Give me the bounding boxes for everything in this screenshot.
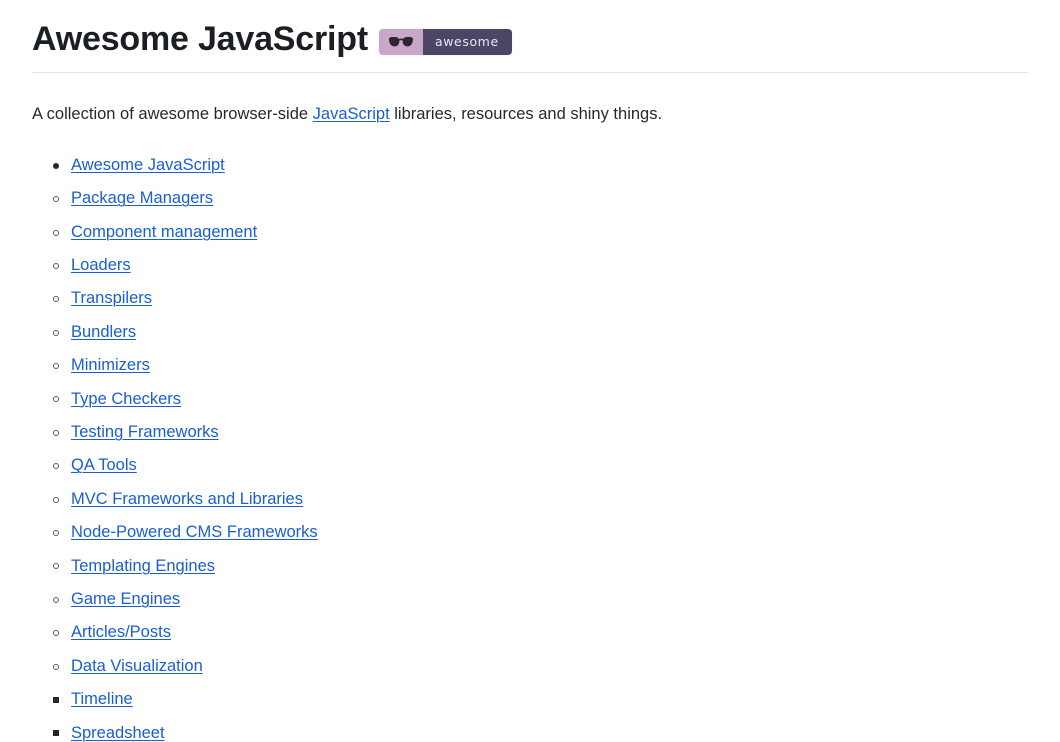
toc-item: MVC Frameworks and Libraries [32,483,1028,516]
badge-label-section: awesome [422,29,512,56]
toc-item: Timeline [32,683,1028,716]
circle-bullet-icon [53,329,59,336]
toc-item: Templating Engines [32,550,1028,583]
circle-bullet-icon [53,530,59,537]
toc-link[interactable]: Templating Engines [71,557,215,577]
intro-paragraph: A collection of awesome browser-side Jav… [32,102,1028,128]
toc-item: QA Tools [32,450,1028,483]
disc-bullet-icon [53,162,59,169]
circle-bullet-icon [53,496,59,503]
toc-item: Testing Frameworks [32,416,1028,449]
toc-item: Game Engines [32,583,1028,616]
toc-item: Component management [32,216,1028,249]
toc-link-root[interactable]: Awesome JavaScript [71,156,225,176]
circle-bullet-icon [53,563,59,570]
toc-root-item: Awesome JavaScript [32,149,1028,182]
toc-item: Spreadsheet [32,717,1028,742]
toc-link[interactable]: Package Managers [71,189,213,209]
intro-text-after: libraries, resources and shiny things. [389,104,663,123]
toc-link[interactable]: Spreadsheet [71,724,165,742]
title-row: Awesome JavaScript awesome [32,0,1028,61]
sunglasses-icon [388,36,414,48]
circle-bullet-icon [53,229,59,236]
readme-page: Awesome JavaScript awesome A collection … [0,0,1060,742]
table-of-contents: Awesome JavaScript [32,149,1028,182]
toc-link[interactable]: Component management [71,223,257,243]
toc-link[interactable]: Minimizers [71,356,150,376]
badge-label: awesome [434,34,499,49]
toc-item: Node-Powered CMS Frameworks [32,516,1028,549]
page-title: Awesome JavaScript [32,20,368,58]
toc-item: Loaders [32,249,1028,282]
circle-bullet-icon [53,663,59,670]
title-divider [32,71,1028,73]
badge-icon-section [378,29,423,56]
toc-link[interactable]: Transpilers [71,289,152,309]
circle-bullet-icon [53,363,59,370]
toc-link[interactable]: Bundlers [71,323,136,343]
toc-link[interactable]: Type Checkers [71,390,181,410]
toc-item: Bundlers [32,316,1028,349]
circle-bullet-icon [53,296,59,303]
intro-text-before: A collection of awesome browser-side [32,104,313,123]
circle-bullet-icon [53,596,59,603]
square-bullet-icon [53,697,59,703]
toc-link[interactable]: Data Visualization [71,657,203,677]
toc-subsublist: Timeline Spreadsheet [32,683,1028,742]
toc-item: Transpilers [32,283,1028,316]
toc-item: Articles/Posts [32,617,1028,650]
toc-sublist: Package Managers Component management Load… [32,182,1028,742]
toc-link[interactable]: Node-Powered CMS Frameworks [71,523,318,543]
awesome-badge[interactable]: awesome [378,29,512,56]
square-bullet-icon [53,730,59,737]
toc-link[interactable]: Articles/Posts [71,623,171,643]
toc-item: Type Checkers [32,383,1028,416]
circle-bullet-icon [53,262,59,269]
circle-bullet-icon [53,463,59,470]
toc-link[interactable]: Timeline [71,690,133,710]
toc-link[interactable]: Loaders [71,256,131,276]
toc-link[interactable]: Game Engines [71,590,180,610]
toc-item: Minimizers [32,349,1028,382]
circle-bullet-icon [53,630,59,637]
circle-bullet-icon [53,196,59,203]
circle-bullet-icon [53,429,59,436]
toc-link[interactable]: QA Tools [71,456,137,476]
toc-link[interactable]: MVC Frameworks and Libraries [71,490,303,510]
circle-bullet-icon [53,396,59,403]
toc-item: Data Visualization [32,650,1028,683]
toc-link[interactable]: Testing Frameworks [71,423,219,443]
javascript-link[interactable]: JavaScript [313,105,390,123]
toc-item: Package Managers [32,182,1028,215]
